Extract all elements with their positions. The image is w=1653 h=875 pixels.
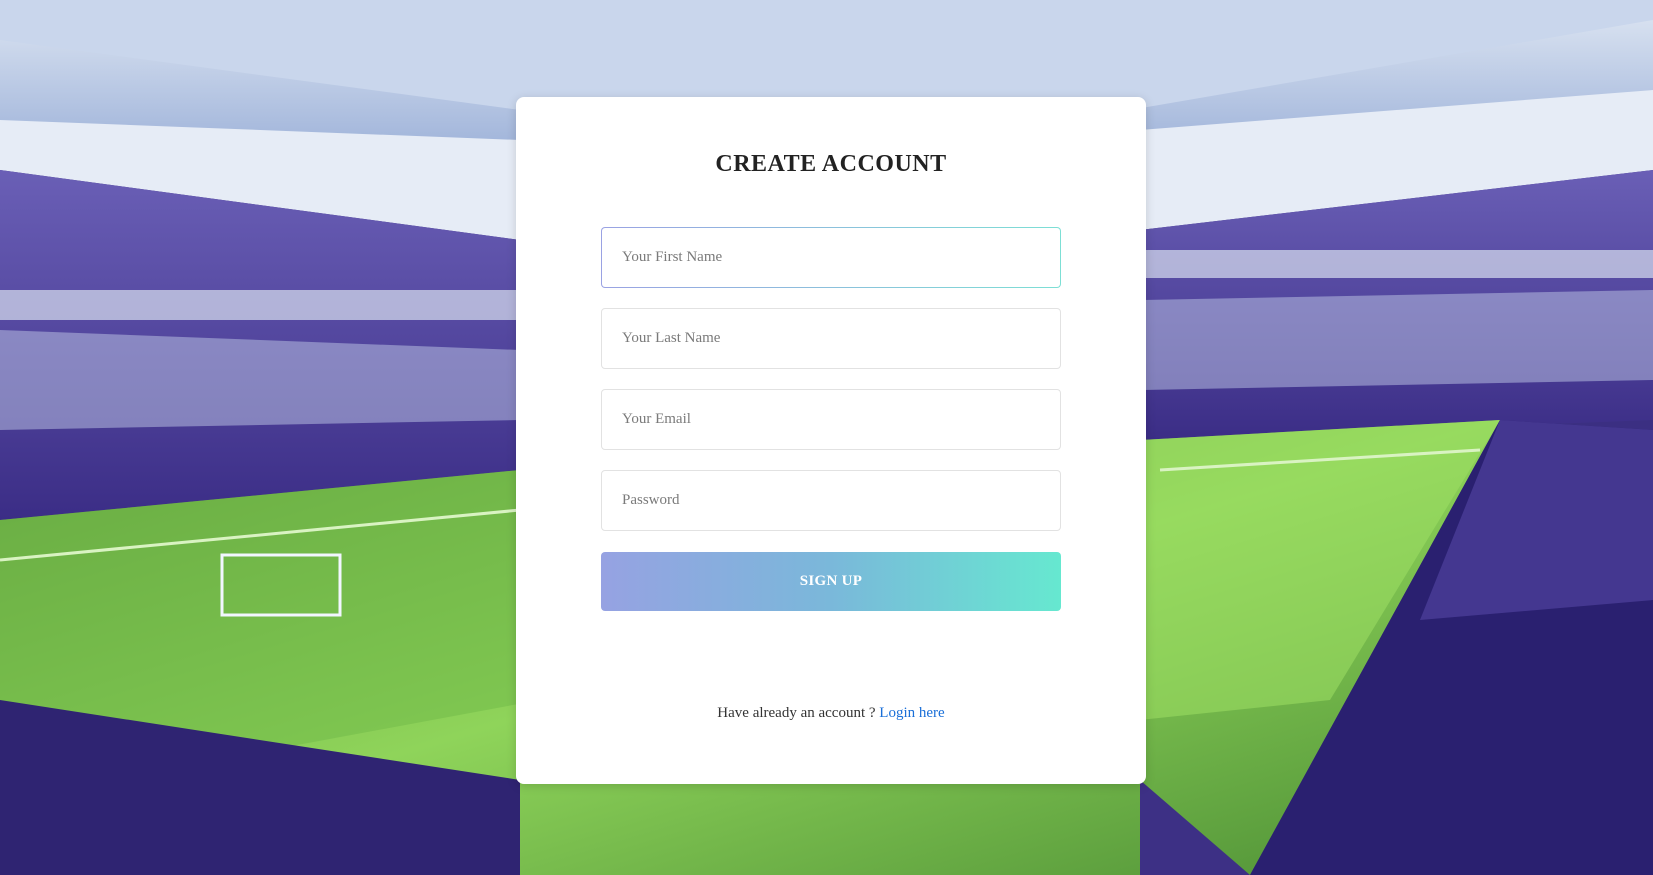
signup-card: CREATE ACCOUNT SIGN UP Have already an a… <box>516 97 1146 784</box>
last-name-input[interactable] <box>601 308 1061 369</box>
first-name-input[interactable] <box>601 227 1061 288</box>
page-title: CREATE ACCOUNT <box>715 151 947 177</box>
login-prompt-text: Have already an account ? <box>717 705 880 721</box>
email-input[interactable] <box>601 389 1061 450</box>
login-prompt: Have already an account ? Login here <box>516 705 1146 722</box>
sign-up-button[interactable]: SIGN UP <box>601 552 1061 611</box>
password-input[interactable] <box>601 470 1061 531</box>
login-link[interactable]: Login here <box>879 705 944 721</box>
